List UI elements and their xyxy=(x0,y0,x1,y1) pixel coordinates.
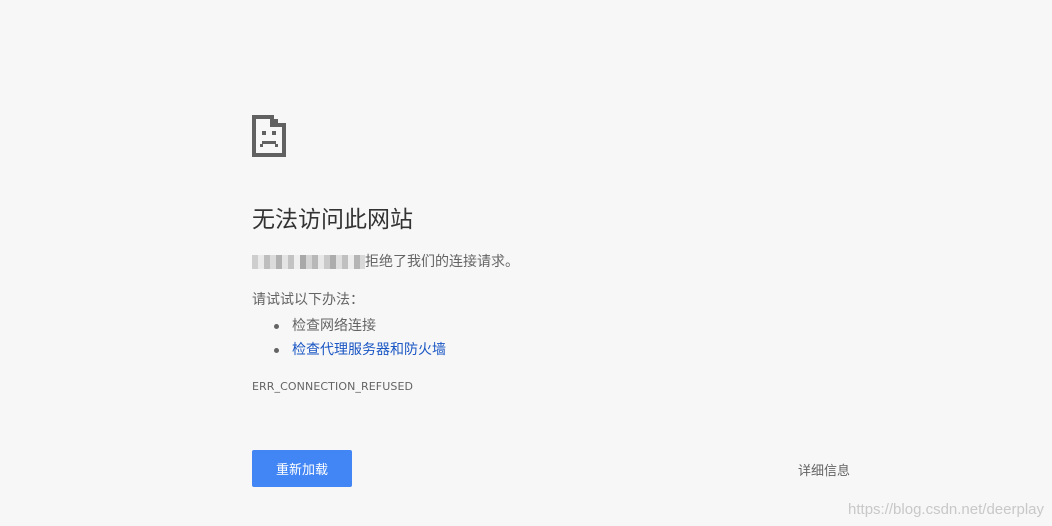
reload-button[interactable]: 重新加载 xyxy=(252,450,352,487)
error-message: 拒绝了我们的连接请求。 xyxy=(252,252,519,272)
suggestions-heading: 请试试以下办法： xyxy=(252,292,364,308)
suggestion-check-proxy-firewall-link[interactable]: 检查代理服务器和防火墙 xyxy=(272,338,446,362)
page-title: 无法访问此网站 xyxy=(252,207,413,233)
details-button[interactable]: 详细信息 xyxy=(790,458,858,481)
error-code: ERR_CONNECTION_REFUSED xyxy=(252,380,414,393)
watermark-text: https://blog.csdn.net/deerplay xyxy=(848,501,1044,518)
suggestions-list: 检查网络连接 检查代理服务器和防火墙 xyxy=(272,314,446,362)
redacted-host xyxy=(252,255,365,269)
suggestion-check-network: 检查网络连接 xyxy=(272,314,446,338)
error-message-text: 拒绝了我们的连接请求。 xyxy=(365,254,519,270)
sad-document-icon xyxy=(252,115,286,157)
